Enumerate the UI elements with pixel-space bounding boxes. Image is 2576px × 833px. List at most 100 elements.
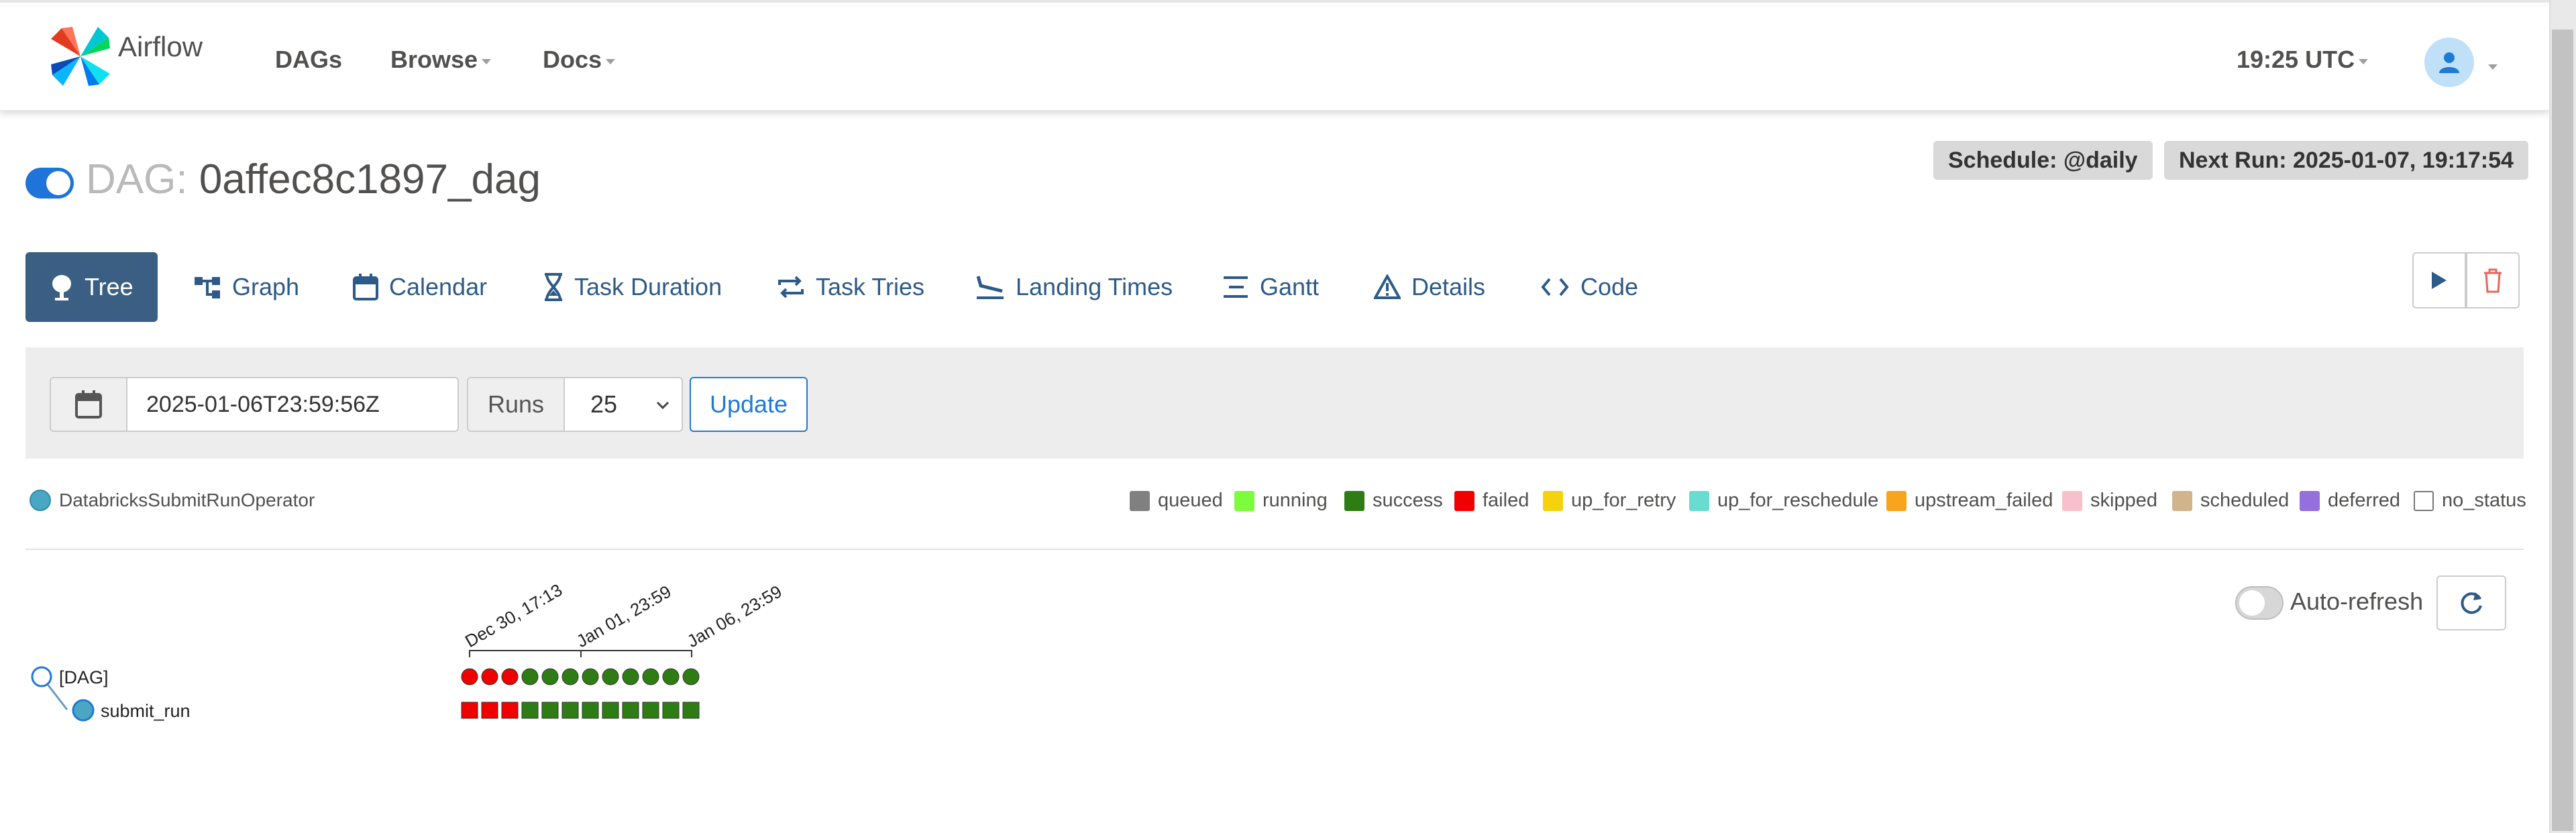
legend-swatch bbox=[1234, 490, 1254, 511]
task-instance-square[interactable] bbox=[481, 702, 498, 719]
dag-run-circle[interactable] bbox=[682, 668, 700, 685]
dag-run-circle[interactable] bbox=[602, 668, 619, 685]
legend-label: no_status bbox=[2442, 490, 2526, 511]
runs-label: Runs bbox=[467, 377, 565, 432]
tab-label: Gantt bbox=[1260, 273, 1320, 300]
tab-task-duration[interactable]: Task Duration bbox=[543, 252, 722, 322]
task-instance-square[interactable] bbox=[682, 702, 700, 719]
runs-select[interactable]: 25 bbox=[564, 377, 683, 432]
task-node[interactable] bbox=[72, 699, 95, 722]
tab-label: Task Duration bbox=[574, 273, 722, 300]
legend-swatch bbox=[1344, 490, 1364, 511]
refresh-icon bbox=[2461, 592, 2482, 614]
tab-label: Code bbox=[1580, 273, 1639, 300]
tab-label: Calendar bbox=[389, 273, 488, 300]
task-instance-square[interactable] bbox=[541, 702, 559, 719]
auto-refresh-toggle[interactable] bbox=[2235, 586, 2284, 620]
tab-gantt[interactable]: Gantt bbox=[1222, 252, 1319, 322]
tab-calendar[interactable]: Calendar bbox=[353, 252, 487, 322]
dag-run-circle[interactable] bbox=[622, 668, 639, 685]
tab-details[interactable]: Details bbox=[1374, 252, 1485, 322]
dag-run-circle[interactable] bbox=[521, 668, 539, 685]
task-instance-square[interactable] bbox=[501, 702, 519, 719]
tab-code[interactable]: Code bbox=[1540, 252, 1638, 322]
delete-dag-button[interactable] bbox=[2466, 252, 2520, 309]
legend-failed: failed bbox=[1454, 490, 1529, 512]
legend-label: skipped bbox=[2090, 490, 2157, 511]
legend-swatch bbox=[1689, 490, 1709, 511]
task-instance-square[interactable] bbox=[561, 702, 579, 719]
dag-run-circle[interactable] bbox=[481, 668, 498, 685]
dag-node-label: [DAG] bbox=[59, 667, 109, 687]
legend-deferred: deferred bbox=[2300, 490, 2400, 512]
date-picker-button[interactable] bbox=[50, 377, 127, 432]
legend-swatch bbox=[1543, 490, 1563, 511]
task-instance-square[interactable] bbox=[461, 702, 478, 719]
tab-landing-times[interactable]: Landing Times bbox=[975, 252, 1173, 322]
dag-run-circle[interactable] bbox=[642, 668, 659, 685]
legend-swatch bbox=[1886, 490, 1907, 511]
dag-run-circle[interactable] bbox=[662, 668, 680, 685]
legend-up-for-reschedule: up_for_reschedule bbox=[1689, 490, 1878, 512]
dag-pause-toggle[interactable] bbox=[25, 168, 74, 199]
user-icon bbox=[2439, 52, 2459, 73]
tab-tree[interactable]: Tree bbox=[25, 252, 158, 322]
tab-label: Details bbox=[1411, 273, 1486, 300]
legend-scheduled: scheduled bbox=[2172, 490, 2289, 512]
legend-swatch bbox=[2300, 490, 2320, 511]
legend-label: up_for_reschedule bbox=[1717, 490, 1879, 511]
dag-run-circle[interactable] bbox=[582, 668, 599, 685]
warning-triangle-icon bbox=[1374, 274, 1401, 299]
dag-run-circle[interactable] bbox=[461, 668, 478, 685]
graph-icon bbox=[195, 277, 220, 298]
task-instance-square[interactable] bbox=[521, 702, 539, 719]
legend-label: failed bbox=[1483, 490, 1529, 511]
dag-run-circle[interactable] bbox=[541, 668, 559, 685]
legend-swatch bbox=[2172, 490, 2192, 511]
navbar: Airflow DAGs Browse Docs 19:25 UTC bbox=[0, 7, 2549, 111]
legend-swatch bbox=[2062, 490, 2082, 511]
chevron-down-icon bbox=[656, 401, 669, 410]
nav-dags[interactable]: DAGs bbox=[275, 46, 342, 74]
trigger-dag-button[interactable] bbox=[2412, 252, 2466, 309]
task-instance-square[interactable] bbox=[582, 702, 599, 719]
operator-color-swatch bbox=[30, 490, 51, 511]
task-instance-square[interactable] bbox=[662, 702, 680, 719]
dag-run-circle[interactable] bbox=[501, 668, 519, 685]
dag-run-circle[interactable] bbox=[561, 668, 579, 685]
task-instance-square[interactable] bbox=[642, 702, 659, 719]
tab-label: Tree bbox=[85, 273, 133, 300]
chevron-down-icon bbox=[482, 59, 492, 64]
repeat-icon bbox=[778, 276, 804, 298]
nav-browse[interactable]: Browse bbox=[390, 46, 492, 74]
dag-node[interactable] bbox=[31, 666, 52, 687]
brand-name: Airflow bbox=[118, 31, 203, 62]
chevron-down-icon bbox=[2359, 59, 2369, 64]
nav-docs[interactable]: Docs bbox=[543, 46, 616, 74]
base-date-input[interactable]: 2025-01-06T23:59:56Z bbox=[126, 377, 459, 432]
task-node-label: submit_run bbox=[101, 701, 191, 721]
airflow-logo-icon bbox=[51, 27, 110, 86]
update-button[interactable]: Update bbox=[690, 377, 808, 432]
chevron-down-icon bbox=[606, 59, 616, 64]
nav-dags-label: DAGs bbox=[275, 46, 343, 73]
task-instance-square[interactable] bbox=[622, 702, 639, 719]
scrollbar-thumb[interactable] bbox=[2552, 30, 2573, 831]
refresh-button[interactable] bbox=[2436, 575, 2506, 630]
clock-label: 19:25 UTC bbox=[2237, 46, 2355, 73]
timezone-dropdown[interactable]: 19:25 UTC bbox=[2237, 46, 2369, 74]
user-menu-button[interactable] bbox=[2424, 38, 2474, 87]
legend-running: running bbox=[1234, 490, 1328, 512]
airflow-app: Airflow DAGs Browse Docs 19:25 UTC DAG: … bbox=[0, 0, 2576, 833]
toggle-knob bbox=[2239, 590, 2265, 616]
tab-task-tries[interactable]: Task Tries bbox=[777, 252, 924, 322]
runs-value: 25 bbox=[590, 390, 618, 418]
legend-no-status: no_status bbox=[2414, 490, 2526, 512]
legend-label: running bbox=[1263, 490, 1328, 511]
tab-graph[interactable]: Graph bbox=[193, 252, 299, 322]
brand-link[interactable]: Airflow bbox=[48, 23, 203, 90]
scrollbar[interactable] bbox=[2549, 0, 2576, 833]
calendar-icon bbox=[353, 274, 378, 300]
legend-success: success bbox=[1344, 490, 1443, 512]
task-instance-square[interactable] bbox=[602, 702, 619, 719]
